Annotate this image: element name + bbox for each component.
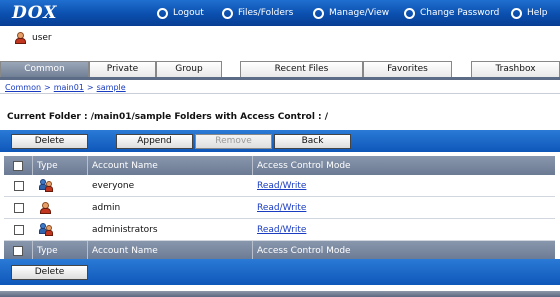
- breadcrumb-separator: >: [86, 82, 94, 92]
- user-icon: [15, 32, 26, 44]
- tab-recent-files[interactable]: Recent Files: [240, 61, 363, 78]
- top-bar: DOX Logout Files/Folders Manage/View Cha…: [0, 0, 560, 26]
- tab-trashbox[interactable]: Trashbox: [471, 61, 560, 78]
- app-logo: DOX: [12, 3, 58, 23]
- account-name: everyone: [92, 180, 135, 191]
- action-bar-bottom: Delete: [0, 259, 560, 285]
- files-folders-icon: [222, 7, 233, 19]
- tab-group[interactable]: Group: [156, 61, 222, 78]
- row-checkbox[interactable]: [13, 224, 24, 235]
- select-all-checkbox[interactable]: [13, 160, 23, 171]
- breadcrumb-main01[interactable]: main01: [54, 83, 84, 92]
- user-info: user: [15, 31, 52, 45]
- tab-bar: Common Private Group Recent Files Favori…: [0, 61, 560, 78]
- tab-private[interactable]: Private: [89, 61, 156, 78]
- table-row: admin Read/Write: [4, 197, 555, 219]
- footer-header-account-name: Account Name: [88, 241, 253, 260]
- footer-header-type: Type: [33, 241, 88, 260]
- help-icon: [511, 7, 522, 19]
- footer-header-access-mode: Access Control Mode: [257, 245, 351, 256]
- breadcrumb-divider: [0, 93, 560, 94]
- logout-label: Logout: [173, 8, 204, 18]
- help-label: Help: [527, 8, 548, 18]
- manage-view-link[interactable]: Manage/View: [313, 0, 389, 26]
- delete-button[interactable]: Delete: [11, 134, 88, 149]
- change-password-label: Change Password: [420, 8, 500, 18]
- files-folders-label: Files/Folders: [238, 8, 294, 18]
- tab-favorites[interactable]: Favorites: [363, 61, 452, 78]
- delete-button-bottom[interactable]: Delete: [11, 265, 88, 280]
- manage-view-label: Manage/View: [329, 8, 390, 18]
- account-name: administrators: [92, 224, 158, 235]
- tab-underline: [0, 77, 560, 80]
- table-row: everyone Read/Write: [4, 175, 555, 197]
- tab-common[interactable]: Common: [0, 61, 89, 78]
- access-mode-link[interactable]: Read/Write: [257, 225, 306, 235]
- manage-view-icon: [313, 7, 324, 19]
- header-account-name: Account Name: [88, 156, 253, 175]
- account-name: admin: [92, 202, 121, 213]
- header-access-mode: Access Control Mode: [257, 160, 351, 171]
- row-checkbox[interactable]: [13, 202, 24, 213]
- logout-link[interactable]: Logout: [157, 0, 204, 26]
- user-name: user: [32, 33, 52, 43]
- action-bar-top: Delete Append Remove Back: [0, 130, 560, 152]
- bottom-border: [0, 291, 560, 297]
- access-mode-link[interactable]: Read/Write: [257, 181, 306, 191]
- row-checkbox[interactable]: [13, 180, 24, 191]
- user-icon: [40, 201, 51, 214]
- group-icon: [39, 223, 53, 236]
- change-password-link[interactable]: Change Password: [404, 0, 499, 26]
- access-control-table: Type Account Name Access Control Mode ev…: [4, 156, 555, 260]
- back-button[interactable]: Back: [274, 134, 351, 149]
- table-footer-header: Type Account Name Access Control Mode: [4, 241, 555, 260]
- breadcrumb-common[interactable]: Common: [5, 83, 41, 92]
- breadcrumb-sample[interactable]: sample: [97, 83, 126, 92]
- current-folder-label: Current Folder : /main01/sample Folders …: [7, 112, 329, 122]
- header-type: Type: [33, 156, 88, 175]
- remove-button: Remove: [195, 134, 272, 149]
- help-link[interactable]: Help: [511, 0, 548, 26]
- select-all-checkbox-bottom[interactable]: [13, 245, 23, 256]
- group-icon: [39, 179, 53, 192]
- breadcrumb-separator: >: [44, 82, 51, 92]
- access-mode-link[interactable]: Read/Write: [257, 203, 306, 213]
- breadcrumb: Common > main01 > sample: [5, 81, 126, 93]
- table-row: administrators Read/Write: [4, 219, 555, 241]
- append-button[interactable]: Append: [116, 134, 193, 149]
- logout-icon: [157, 7, 168, 19]
- files-folders-link[interactable]: Files/Folders: [222, 0, 293, 26]
- change-password-icon: [404, 7, 415, 19]
- table-header: Type Account Name Access Control Mode: [4, 156, 555, 175]
